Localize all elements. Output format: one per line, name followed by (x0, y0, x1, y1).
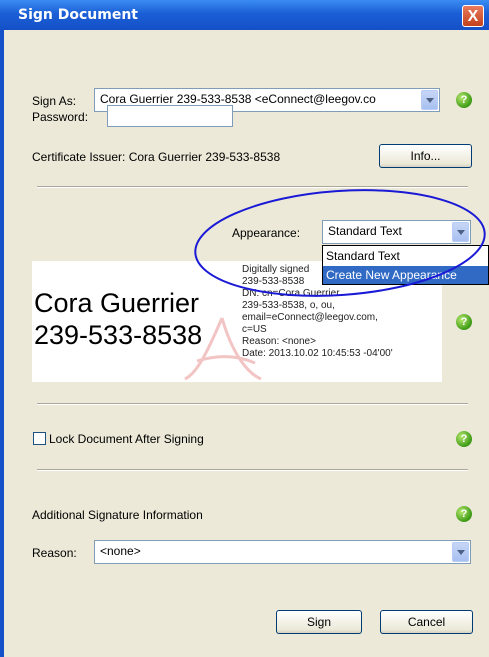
help-icon[interactable]: ? (456, 431, 472, 447)
detail-line: Reason: <none> (242, 336, 316, 347)
sign-as-value: Cora Guerrier 239-533-8538 <eConnect@lee… (100, 92, 376, 106)
lock-document-label[interactable]: Lock Document After Signing (49, 432, 204, 446)
window-left-border (0, 30, 4, 657)
annotation-ellipse (194, 189, 486, 297)
sign-as-dropdown-arrow-icon[interactable] (421, 90, 438, 110)
password-field[interactable] (107, 105, 233, 127)
sign-document-dialog: Sign Document X Sign As: Cora Guerrier 2… (0, 0, 489, 657)
reason-dropdown-arrow-icon[interactable] (452, 542, 469, 562)
additional-info-label: Additional Signature Information (32, 508, 203, 522)
cancel-button[interactable]: Cancel (380, 610, 473, 634)
separator (37, 403, 468, 405)
certificate-issuer-text: Certificate Issuer: Cora Guerrier 239-53… (32, 150, 281, 164)
password-label: Password: (32, 110, 89, 124)
dialog-title: Sign Document (18, 7, 138, 23)
detail-line: email=eConnect@leegov.com, (242, 312, 378, 323)
signature-name-line-2: 239-533-8538 (34, 320, 203, 350)
reason-select[interactable]: <none> (94, 540, 471, 564)
close-button[interactable]: X (462, 5, 484, 27)
detail-line: c=US (242, 324, 267, 335)
close-icon: X (467, 8, 479, 25)
info-button[interactable]: Info... (379, 144, 472, 168)
help-icon[interactable]: ? (456, 92, 472, 108)
detail-line: Date: 2013.10.02 10:45:53 -04'00' (242, 348, 393, 359)
help-icon[interactable]: ? (456, 506, 472, 522)
reason-value: <none> (100, 544, 141, 558)
sign-button[interactable]: Sign (276, 610, 362, 634)
title-bar[interactable]: Sign Document X (0, 0, 489, 30)
sign-as-label: Sign As: (32, 94, 77, 108)
signature-name-line-1: Cora Guerrier (34, 288, 200, 318)
help-icon[interactable]: ? (456, 314, 472, 330)
separator (37, 469, 468, 471)
signature-name: Cora Guerrier 239-533-8538 (34, 287, 202, 351)
lock-document-checkbox[interactable] (33, 432, 46, 445)
reason-label: Reason: (32, 546, 77, 560)
